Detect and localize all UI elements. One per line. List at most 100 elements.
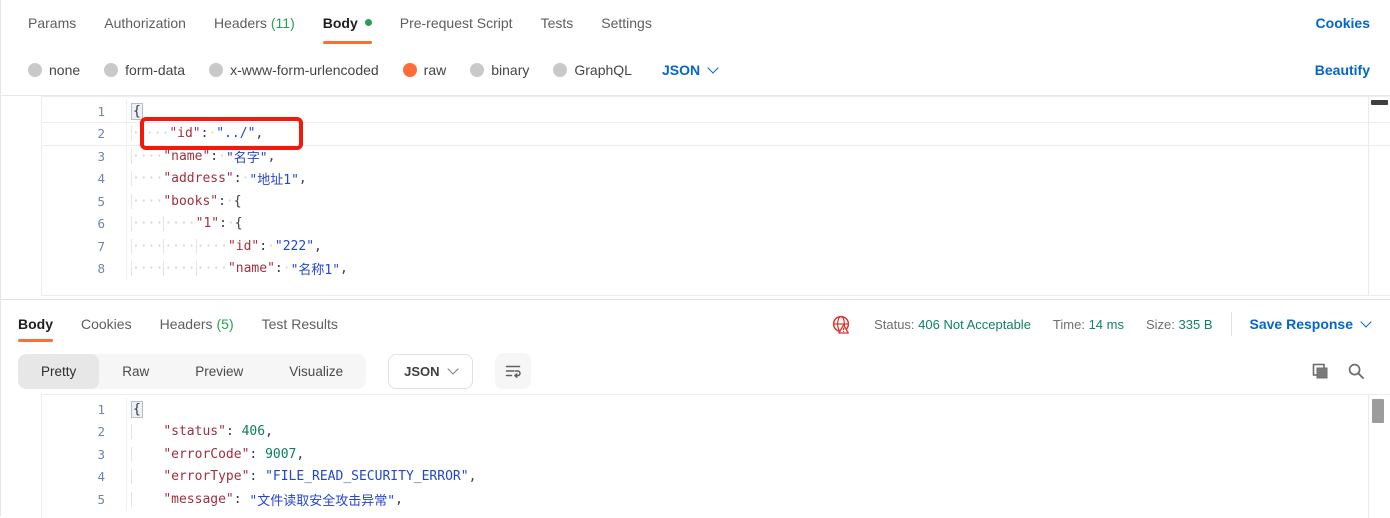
code-token: , bbox=[299, 171, 307, 186]
tab-tests[interactable]: Tests bbox=[541, 0, 574, 45]
radio-icon bbox=[28, 63, 42, 77]
code-content: ········"1":·{ bbox=[131, 216, 243, 231]
code-line: 2 "status": 406, bbox=[42, 421, 1390, 444]
code-token: : bbox=[234, 171, 242, 186]
code-token: · bbox=[218, 149, 226, 164]
time-value: 14 ms bbox=[1089, 317, 1124, 332]
response-editor-scrollbar[interactable] bbox=[1368, 395, 1390, 518]
response-meta: Status: 406 Not Acceptable Time: 14 ms S… bbox=[831, 312, 1370, 336]
code-content: ············"id":·"222", bbox=[131, 239, 322, 254]
code-token bbox=[131, 469, 163, 484]
code-token: ···· bbox=[131, 216, 163, 231]
chevron-down-icon bbox=[447, 363, 458, 374]
body-type-raw[interactable]: raw bbox=[403, 62, 447, 78]
search-button[interactable] bbox=[1346, 361, 1366, 381]
code-token: , bbox=[395, 492, 403, 507]
view-tab-raw[interactable]: Raw bbox=[99, 354, 172, 389]
code-token: "222" bbox=[275, 239, 314, 254]
code-token: "名称1" bbox=[291, 259, 340, 278]
wrap-text-icon bbox=[504, 362, 522, 380]
code-token: · bbox=[227, 216, 235, 231]
body-type-none[interactable]: none bbox=[28, 62, 80, 78]
body-type-label: binary bbox=[491, 62, 529, 78]
code-content: "message": "文件读取安全攻击异常", bbox=[131, 490, 403, 509]
tab-label: Pre-request Script bbox=[400, 15, 513, 31]
request-format-dropdown[interactable]: JSON bbox=[662, 62, 717, 78]
tab-headers[interactable]: Headers(11) bbox=[214, 0, 295, 45]
response-format-dropdown[interactable]: JSON bbox=[388, 354, 472, 389]
tab-authorization[interactable]: Authorization bbox=[104, 0, 186, 45]
code-key: "name" bbox=[228, 261, 275, 276]
code-token: , bbox=[268, 149, 276, 164]
save-response-button[interactable]: Save Response bbox=[1250, 316, 1371, 332]
body-type-x-www-form-urlencoded[interactable]: x-www-form-urlencoded bbox=[209, 62, 379, 78]
response-body-editor[interactable]: 1{2 "status": 406,3 "errorCode": 9007,4 … bbox=[41, 394, 1390, 518]
cookies-link[interactable]: Cookies bbox=[1316, 15, 1370, 31]
view-tab-pretty[interactable]: Pretty bbox=[18, 354, 99, 389]
time-label: Time: bbox=[1053, 317, 1085, 332]
line-number: 2 bbox=[42, 123, 127, 146]
request-format-label: JSON bbox=[662, 62, 700, 78]
body-type-graphql[interactable]: GraphQL bbox=[553, 62, 632, 78]
view-tab-visualize[interactable]: Visualize bbox=[266, 354, 366, 389]
request-tab-bar: Params Authorization Headers(11) Body Pre-re… bbox=[1, 0, 1390, 45]
copy-button[interactable] bbox=[1310, 361, 1330, 381]
network-error-globe-icon bbox=[831, 314, 852, 335]
request-body-editor[interactable]: 1{2····"id":·"../",3····"name":·"名字",4··… bbox=[41, 96, 1390, 296]
tab-label: Body bbox=[18, 316, 53, 332]
code-token: , bbox=[265, 424, 273, 439]
response-tab-headers[interactable]: Headers(5) bbox=[160, 300, 234, 348]
code-token: : bbox=[210, 149, 218, 164]
code-token: "地址1" bbox=[249, 169, 298, 188]
size-value: 335 B bbox=[1179, 317, 1213, 332]
wrap-text-button[interactable] bbox=[495, 353, 531, 389]
code-token: ···· bbox=[196, 239, 228, 254]
response-tab-body[interactable]: Body bbox=[18, 300, 53, 348]
code-key: "books" bbox=[163, 194, 218, 209]
code-token: , bbox=[255, 126, 263, 141]
code-token: , bbox=[314, 239, 322, 254]
code-line: 3 "errorCode": 9007, bbox=[42, 443, 1390, 466]
line-number: 5 bbox=[42, 488, 127, 511]
response-format-label: JSON bbox=[404, 364, 439, 379]
body-type-label: x-www-form-urlencoded bbox=[230, 62, 379, 78]
tab-params[interactable]: Params bbox=[28, 0, 76, 45]
beautify-link[interactable]: Beautify bbox=[1315, 62, 1370, 78]
body-type-radios: none form-data x-www-form-urlencoded raw bin… bbox=[28, 62, 656, 78]
tab-label: Cookies bbox=[81, 316, 132, 332]
code-line: 5 "message": "文件读取安全攻击异常", bbox=[42, 488, 1390, 511]
code-token: ···· bbox=[131, 194, 163, 209]
status-label: Status: bbox=[874, 317, 914, 332]
code-key: "errorType" bbox=[163, 469, 249, 484]
size-badge: Size: 335 B bbox=[1146, 317, 1213, 332]
code-token: "FILE_READ_SECURITY_ERROR" bbox=[265, 469, 469, 484]
view-tab-preview[interactable]: Preview bbox=[172, 354, 266, 389]
body-type-form-data[interactable]: form-data bbox=[104, 62, 185, 78]
code-token: : bbox=[219, 216, 227, 231]
code-token: ···· bbox=[196, 261, 228, 276]
code-token: · bbox=[208, 126, 216, 141]
response-tab-test-results[interactable]: Test Results bbox=[262, 300, 338, 348]
tab-pre-request-script[interactable]: Pre-request Script bbox=[400, 0, 513, 45]
line-number: 8 bbox=[42, 258, 127, 281]
body-type-label: GraphQL bbox=[574, 62, 632, 78]
code-token: , bbox=[340, 261, 348, 276]
tab-settings[interactable]: Settings bbox=[601, 0, 652, 45]
code-content: ····"address":·"地址1", bbox=[131, 169, 307, 188]
body-type-binary[interactable]: binary bbox=[470, 62, 529, 78]
code-token: : bbox=[249, 469, 265, 484]
code-line: 1{ bbox=[42, 398, 1390, 421]
radio-icon bbox=[104, 63, 118, 77]
response-tab-cookies[interactable]: Cookies bbox=[81, 300, 132, 348]
code-token: { bbox=[234, 194, 242, 209]
request-tabs-container: Params Authorization Headers(11) Body Pre-re… bbox=[28, 0, 680, 45]
request-editor-scrollbar[interactable] bbox=[1368, 97, 1390, 295]
code-token: · bbox=[283, 261, 291, 276]
scrollbar-thumb[interactable] bbox=[1371, 100, 1388, 105]
tab-body[interactable]: Body bbox=[323, 0, 372, 45]
chevron-down-icon bbox=[707, 62, 718, 73]
response-right-icons bbox=[1310, 361, 1374, 381]
response-tab-bar: Body Cookies Headers(5) Test Results Status… bbox=[1, 300, 1390, 348]
time-badge: Time: 14 ms bbox=[1053, 317, 1124, 332]
scrollbar-thumb[interactable] bbox=[1372, 399, 1384, 423]
